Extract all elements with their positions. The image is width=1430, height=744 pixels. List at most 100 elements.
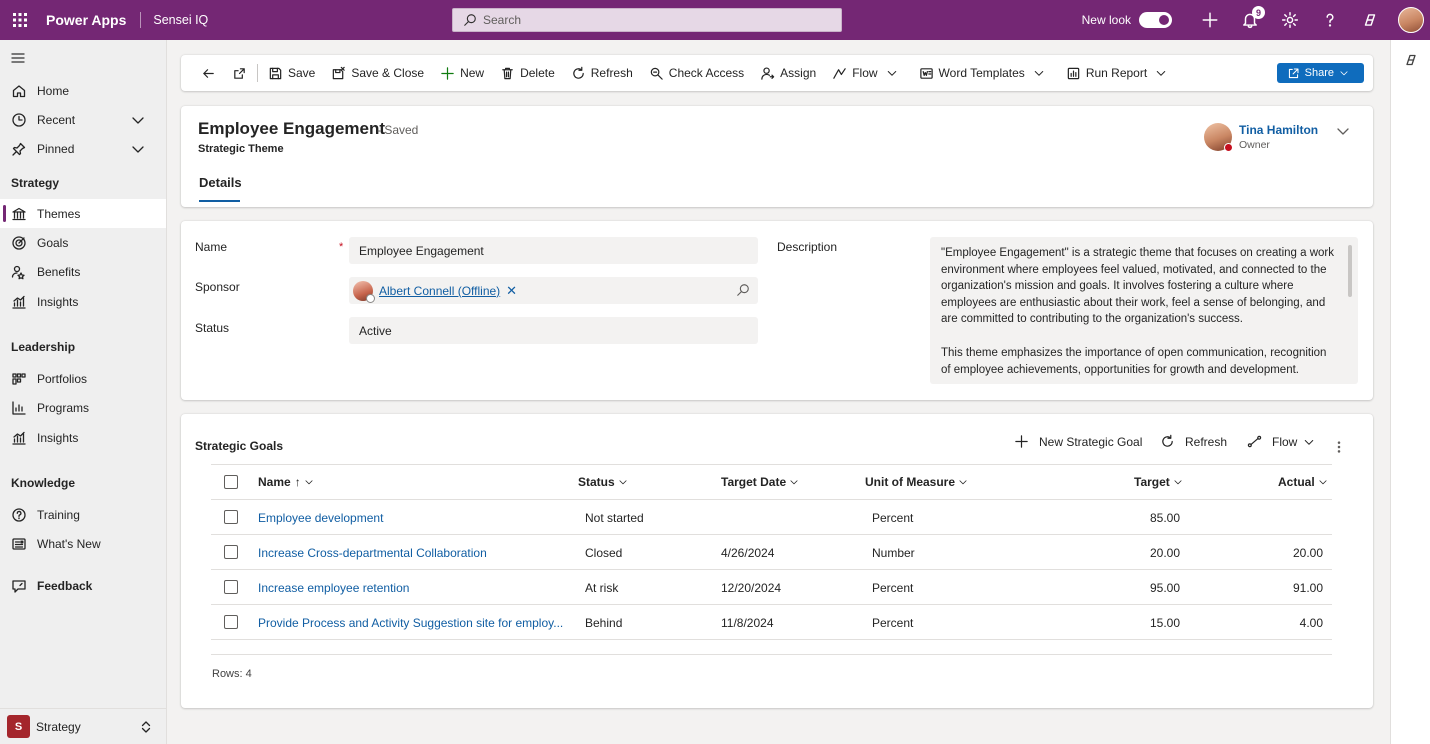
copilot-icon[interactable] xyxy=(1403,52,1419,68)
goal-status: Not started xyxy=(585,511,644,525)
owner-label: Owner xyxy=(1239,139,1270,151)
assign-button[interactable]: Assign xyxy=(752,55,824,91)
word-templates-button[interactable]: Word Templates xyxy=(911,55,1058,91)
chevron-down-icon[interactable] xyxy=(1335,123,1351,139)
goal-unit: Percent xyxy=(872,511,914,525)
app-launcher-icon[interactable] xyxy=(0,0,40,40)
back-button[interactable] xyxy=(193,55,224,91)
goal-actual: 91.00 xyxy=(1292,581,1323,595)
open-new-window-button[interactable] xyxy=(224,55,255,91)
new-strategic-goal-button[interactable]: New Strategic Goal xyxy=(1014,434,1142,449)
subgrid-refresh-button[interactable]: Refresh xyxy=(1160,434,1227,449)
details-form: Name * Employee Engagement Sponsor Alber… xyxy=(181,221,1373,400)
flow-button[interactable]: Flow xyxy=(824,55,910,91)
nav-item-benefits[interactable]: Benefits xyxy=(0,257,166,286)
column-header-name[interactable]: Name ↑ xyxy=(258,475,314,489)
goal-unit: Percent xyxy=(872,581,914,595)
column-header-actual[interactable]: Actual xyxy=(1278,475,1328,489)
notifications-button[interactable]: 9 xyxy=(1230,0,1270,40)
goal-target-date: 4/26/2024 xyxy=(721,546,775,560)
description-textarea[interactable]: "Employee Engagement" is a strategic the… xyxy=(930,237,1358,384)
nav-item-goals[interactable]: Goals xyxy=(0,228,166,257)
app-name[interactable]: Sensei IQ xyxy=(153,13,208,27)
nav-item-insights-strategy[interactable]: Insights xyxy=(0,287,166,316)
new-button[interactable]: New xyxy=(432,55,492,91)
refresh-button[interactable]: Refresh xyxy=(563,55,641,91)
nav-item-programs[interactable]: Programs xyxy=(0,393,166,422)
table-row[interactable]: Provide Process and Activity Suggestion … xyxy=(211,605,1332,640)
presence-busy-indicator xyxy=(1224,143,1233,152)
goal-name-link[interactable]: Increase Cross-departmental Collaboratio… xyxy=(258,546,487,560)
row-checkbox[interactable] xyxy=(224,545,238,559)
nav-item-feedback[interactable]: Feedback xyxy=(0,571,166,600)
table-row[interactable]: Increase Cross-departmental Collaboratio… xyxy=(211,535,1332,570)
person-icon xyxy=(761,66,775,80)
status-field[interactable]: Active xyxy=(349,317,758,344)
nav-item-label: Programs xyxy=(37,400,90,415)
nav-section-knowledge: Knowledge xyxy=(11,476,76,490)
gear-icon xyxy=(1281,11,1299,29)
nav-item-recent[interactable]: Recent xyxy=(0,105,166,134)
name-field[interactable]: Employee Engagement xyxy=(349,237,758,264)
nav-item-pinned[interactable]: Pinned xyxy=(0,134,166,163)
run-report-button[interactable]: Run Report xyxy=(1058,55,1180,91)
row-checkbox[interactable] xyxy=(224,615,238,629)
column-header-label: Unit of Measure xyxy=(865,475,956,489)
column-header-status[interactable]: Status xyxy=(578,475,628,489)
sponsor-lookup-field[interactable]: Albert Connell (Offline) ✕ xyxy=(349,277,758,304)
brand-title[interactable]: Power Apps xyxy=(46,12,126,28)
nav-item-themes[interactable]: Themes xyxy=(0,199,166,228)
remove-sponsor-icon[interactable]: ✕ xyxy=(506,283,517,299)
column-header-label: Target Date xyxy=(721,475,787,489)
description-scrollbar[interactable] xyxy=(1348,245,1352,297)
delete-button[interactable]: Delete xyxy=(492,55,563,91)
column-header-target-date[interactable]: Target Date xyxy=(721,475,799,489)
nav-section-strategy: Strategy xyxy=(11,176,60,190)
area-switcher[interactable]: S Strategy xyxy=(0,708,166,744)
row-checkbox[interactable] xyxy=(224,580,238,594)
goal-name-link[interactable]: Increase employee retention xyxy=(258,581,409,595)
owner-name-link[interactable]: Tina Hamilton xyxy=(1239,123,1318,137)
nav-item-label: Portfolios xyxy=(37,371,88,386)
goal-name-link[interactable]: Provide Process and Activity Suggestion … xyxy=(258,616,563,630)
nav-item-label: Insights xyxy=(37,430,79,445)
chevron-down-icon[interactable] xyxy=(130,112,146,128)
search-icon[interactable] xyxy=(736,283,750,297)
select-all-checkbox[interactable] xyxy=(224,475,238,489)
nav-item-whats-new[interactable]: What's New xyxy=(0,529,166,558)
nav-item-home[interactable]: Home xyxy=(0,76,166,105)
goal-name-link[interactable]: Employee development xyxy=(258,511,383,525)
plus-button[interactable] xyxy=(1190,0,1230,40)
nav-item-training[interactable]: Training xyxy=(0,500,166,529)
new-look-toggle[interactable] xyxy=(1139,12,1172,28)
hamburger-menu-icon[interactable] xyxy=(10,50,26,66)
row-checkbox[interactable] xyxy=(224,510,238,524)
user-avatar[interactable] xyxy=(1398,7,1424,33)
search-input[interactable]: Search xyxy=(452,8,842,32)
help-button[interactable] xyxy=(1310,0,1350,40)
nav-item-insights-leadership[interactable]: Insights xyxy=(0,423,166,452)
key-search-icon xyxy=(650,67,663,80)
check-access-button[interactable]: Check Access xyxy=(641,55,752,91)
nav-item-portfolios[interactable]: Portfolios xyxy=(0,364,166,393)
save-button[interactable]: Save xyxy=(260,55,323,91)
chevron-down-icon[interactable] xyxy=(130,141,146,157)
subgrid-refresh-label: Refresh xyxy=(1185,434,1228,449)
subgrid-flow-button[interactable]: Flow xyxy=(1247,434,1315,449)
description-field-label: Description xyxy=(777,240,838,254)
save-close-button[interactable]: Save & Close xyxy=(323,55,432,91)
nav-item-label: Training xyxy=(37,507,80,522)
column-header-unit-of-measure[interactable]: Unit of Measure xyxy=(865,475,968,489)
copilot-button[interactable] xyxy=(1350,0,1390,40)
table-row[interactable]: Increase employee retention At risk 12/2… xyxy=(211,570,1332,605)
sponsor-link[interactable]: Albert Connell (Offline) xyxy=(379,284,500,298)
table-row[interactable]: Employee development Not started Percent… xyxy=(211,500,1332,535)
tab-details[interactable]: Details xyxy=(199,175,242,202)
settings-button[interactable] xyxy=(1270,0,1310,40)
save-status: - Saved xyxy=(377,123,419,137)
record-header: Employee Engagement - Saved Strategic Th… xyxy=(181,106,1373,207)
share-button[interactable]: Share xyxy=(1276,63,1364,83)
more-options-icon[interactable] xyxy=(1332,440,1346,454)
column-header-target[interactable]: Target xyxy=(1134,475,1183,489)
goal-actual: 20.00 xyxy=(1292,546,1323,560)
